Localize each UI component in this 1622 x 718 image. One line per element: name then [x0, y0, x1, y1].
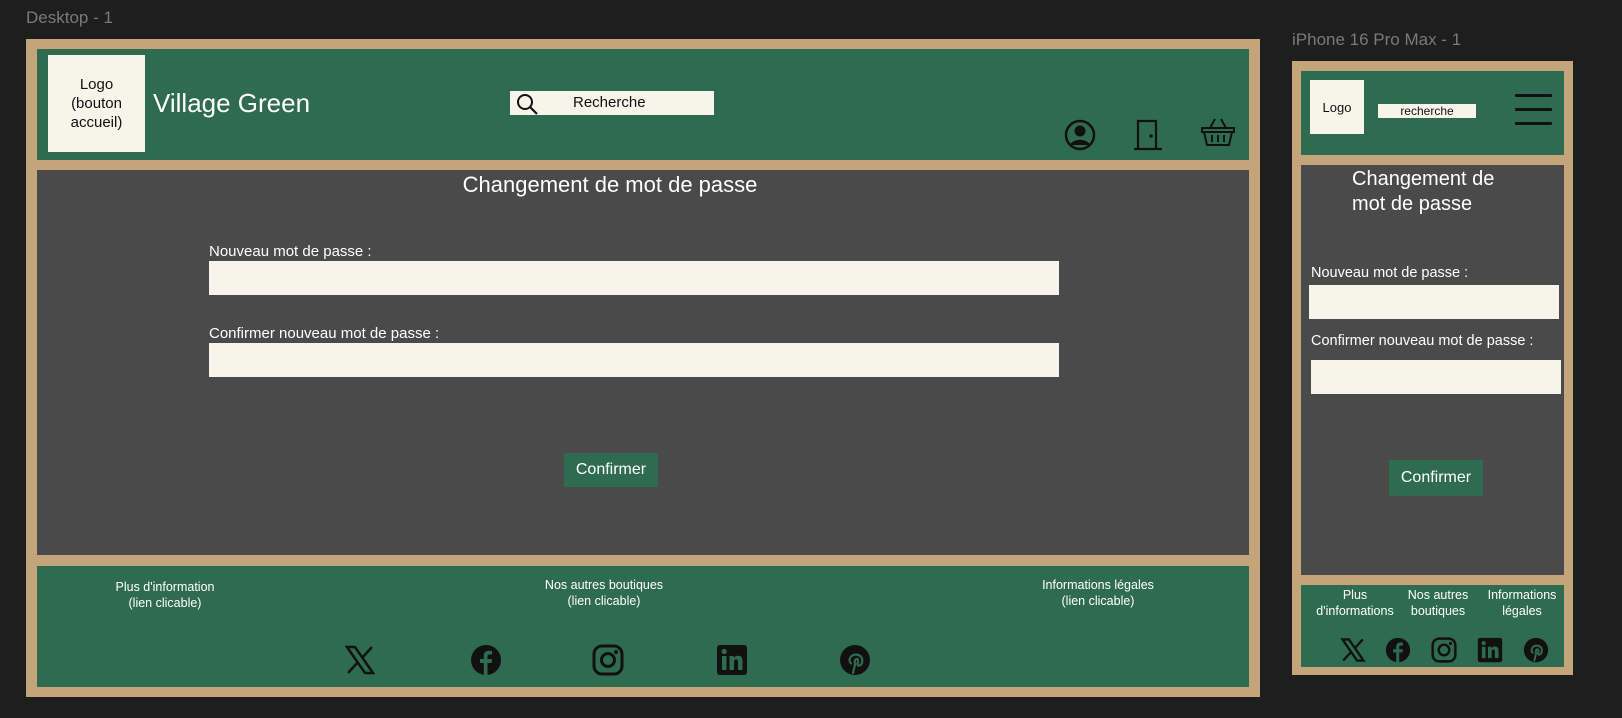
instagram-icon[interactable] [592, 644, 624, 676]
mobile-footer: Plus d'informations Nos autres boutiques… [1301, 585, 1564, 667]
footer-link-more-info[interactable]: Plus d'information (lien clicable) [85, 579, 245, 611]
desktop-content: Changement de mot de passe Nouveau mot d… [37, 170, 1249, 555]
confirm-password-input[interactable] [1311, 360, 1561, 394]
search-bar[interactable]: Recherche [510, 91, 714, 115]
x-icon[interactable] [344, 644, 376, 676]
confirm-button[interactable]: Confirmer [1389, 460, 1483, 496]
new-password-label: Nouveau mot de passe : [209, 243, 372, 260]
x-icon[interactable] [1340, 637, 1366, 663]
pinterest-icon[interactable] [839, 644, 871, 676]
linkedin-icon[interactable] [1477, 637, 1503, 663]
confirm-password-label: Confirmer nouveau mot de passe : [209, 325, 440, 342]
instagram-icon[interactable] [1431, 637, 1457, 663]
mobile-content: Changement de mot de passe Nouveau mot d… [1301, 165, 1564, 575]
desktop-frame-label: Desktop - 1 [26, 8, 113, 27]
logo-home-button[interactable]: Logo [1310, 80, 1364, 134]
pinterest-icon[interactable] [1523, 637, 1549, 663]
desktop-header: Logo (bouton accueil) Village Green Rech… [37, 49, 1249, 160]
user-account-icon[interactable] [1064, 119, 1096, 151]
footer-link-other-shops[interactable]: Nos autres boutiques (lien clicable) [524, 577, 684, 609]
site-name: Village Green [153, 88, 311, 118]
page-title: Changement de mot de passe [462, 172, 758, 197]
door-logout-icon[interactable] [1133, 118, 1163, 152]
facebook-icon[interactable] [470, 644, 502, 676]
mobile-frame: Logo recherche Changement de mot de pass… [1292, 61, 1573, 675]
search-input[interactable]: Recherche [573, 94, 646, 111]
facebook-icon[interactable] [1385, 637, 1411, 663]
footer-link-legal-info[interactable]: Informations légales [1482, 587, 1562, 619]
hamburger-menu-icon[interactable] [1515, 94, 1552, 126]
confirm-password-input[interactable] [209, 343, 1059, 377]
desktop-frame: Logo (bouton accueil) Village Green Rech… [26, 39, 1260, 697]
new-password-input[interactable] [1309, 285, 1559, 319]
footer-link-other-shops[interactable]: Nos autres boutiques [1396, 587, 1480, 619]
linkedin-icon[interactable] [716, 644, 748, 676]
confirm-password-label: Confirmer nouveau mot de passe : [1311, 333, 1534, 349]
logo-home-button[interactable]: Logo (bouton accueil) [48, 55, 145, 152]
mobile-header: Logo recherche [1301, 71, 1564, 155]
desktop-footer: Plus d'information (lien clicable) Nos a… [37, 566, 1249, 687]
confirm-button[interactable]: Confirmer [564, 453, 658, 487]
page-title: Changement de mot de passe [1352, 168, 1495, 215]
basket-icon[interactable] [1201, 117, 1235, 147]
search-input[interactable]: recherche [1378, 104, 1476, 118]
mobile-frame-label: iPhone 16 Pro Max - 1 [1292, 30, 1462, 49]
footer-link-more-info[interactable]: Plus d'informations [1311, 587, 1399, 619]
new-password-input[interactable] [209, 261, 1059, 295]
search-icon [516, 93, 538, 115]
footer-link-legal-info[interactable]: Informations légales (lien clicable) [1018, 577, 1178, 609]
new-password-label: Nouveau mot de passe : [1311, 265, 1469, 281]
